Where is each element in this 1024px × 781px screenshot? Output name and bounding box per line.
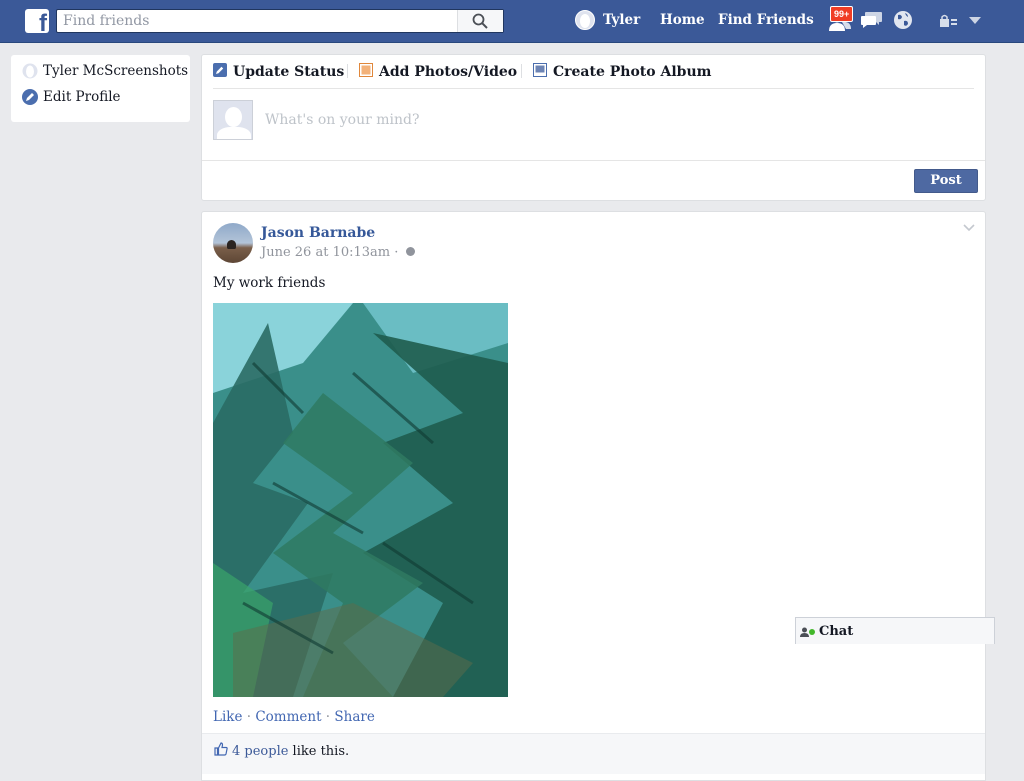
likes-text: 4 people like this. <box>232 744 349 759</box>
user-avatar[interactable] <box>575 10 595 30</box>
home-link[interactable]: Home <box>660 12 705 28</box>
story-timestamp: June 26 at 10:13am · <box>261 245 415 260</box>
tab-add-photos-video[interactable]: Add Photos/Video <box>359 63 517 80</box>
action-separator: · <box>321 709 335 725</box>
search-input[interactable] <box>63 12 453 30</box>
share-link[interactable]: Share <box>334 709 374 725</box>
post-button[interactable]: Post <box>914 169 978 193</box>
author-name-link[interactable]: Jason Barnabe <box>261 225 375 241</box>
comment-link[interactable]: Comment <box>255 709 321 725</box>
search-box <box>56 9 504 33</box>
search-button[interactable] <box>457 10 503 32</box>
public-globe-icon[interactable] <box>405 247 415 256</box>
status-input[interactable] <box>265 110 955 130</box>
friend-requests-badge: 99+ <box>830 6 854 22</box>
photo-icon <box>359 63 373 77</box>
search-icon <box>472 13 488 29</box>
author-avatar[interactable] <box>213 223 253 263</box>
find-friends-link[interactable]: Find Friends <box>718 12 814 28</box>
account-dropdown-icon[interactable] <box>969 17 981 25</box>
pencil-icon <box>22 89 38 105</box>
tab-update-status[interactable]: Update Status <box>213 63 344 80</box>
tab-label: Update Status <box>233 64 345 80</box>
likes-count-link[interactable]: 4 people <box>232 744 288 759</box>
timestamp-link[interactable]: June 26 at 10:13am · <box>261 245 398 260</box>
top-navigation-bar: f Tyler Home Find Friends 99+ <box>0 0 1024 43</box>
story-actions: Like · Comment · Share <box>213 709 375 725</box>
composer-footer: Post <box>202 160 985 201</box>
chat-tab[interactable]: Chat <box>795 617 995 644</box>
facebook-logo-icon[interactable]: f <box>25 9 49 33</box>
sidebar-item-label: Edit Profile <box>43 89 121 105</box>
thumbs-up-icon <box>214 742 228 756</box>
tab-divider <box>347 64 348 78</box>
composer-tabs: Update Status Add Photos/Video Create Ph… <box>213 55 974 89</box>
composer-avatar <box>213 100 253 140</box>
tab-label: Add Photos/Video <box>379 64 518 80</box>
profile-avatar-icon <box>22 63 38 79</box>
like-link[interactable]: Like <box>213 709 242 725</box>
tab-create-photo-album[interactable]: Create Photo Album <box>533 63 711 80</box>
tab-label: Create Photo Album <box>553 64 712 80</box>
online-status-indicator <box>809 629 815 635</box>
profile-link[interactable]: Tyler <box>603 12 640 28</box>
messages-icon[interactable] <box>861 10 883 30</box>
story-photo[interactable] <box>213 303 508 697</box>
action-separator: · <box>242 709 256 725</box>
left-sidebar: Tyler McScreenshots Edit Profile <box>11 55 190 122</box>
chat-label: Chat <box>819 624 854 639</box>
tree-photo-image <box>213 303 508 697</box>
tab-divider <box>521 64 522 78</box>
pencil-icon <box>213 63 227 77</box>
status-composer: Update Status Add Photos/Video Create Ph… <box>201 54 986 201</box>
feed-story: Jason Barnabe June 26 at 10:13am · My wo… <box>201 211 986 781</box>
privacy-shortcuts-icon[interactable] <box>940 14 958 28</box>
chevron-down-icon[interactable] <box>963 224 975 232</box>
album-icon <box>533 63 547 77</box>
story-text: My work friends <box>213 275 326 291</box>
notifications-globe-icon[interactable] <box>893 10 913 30</box>
likes-suffix: like this. <box>288 744 350 759</box>
sidebar-item-label: Tyler McScreenshots <box>43 63 189 79</box>
person-icon <box>800 627 809 637</box>
